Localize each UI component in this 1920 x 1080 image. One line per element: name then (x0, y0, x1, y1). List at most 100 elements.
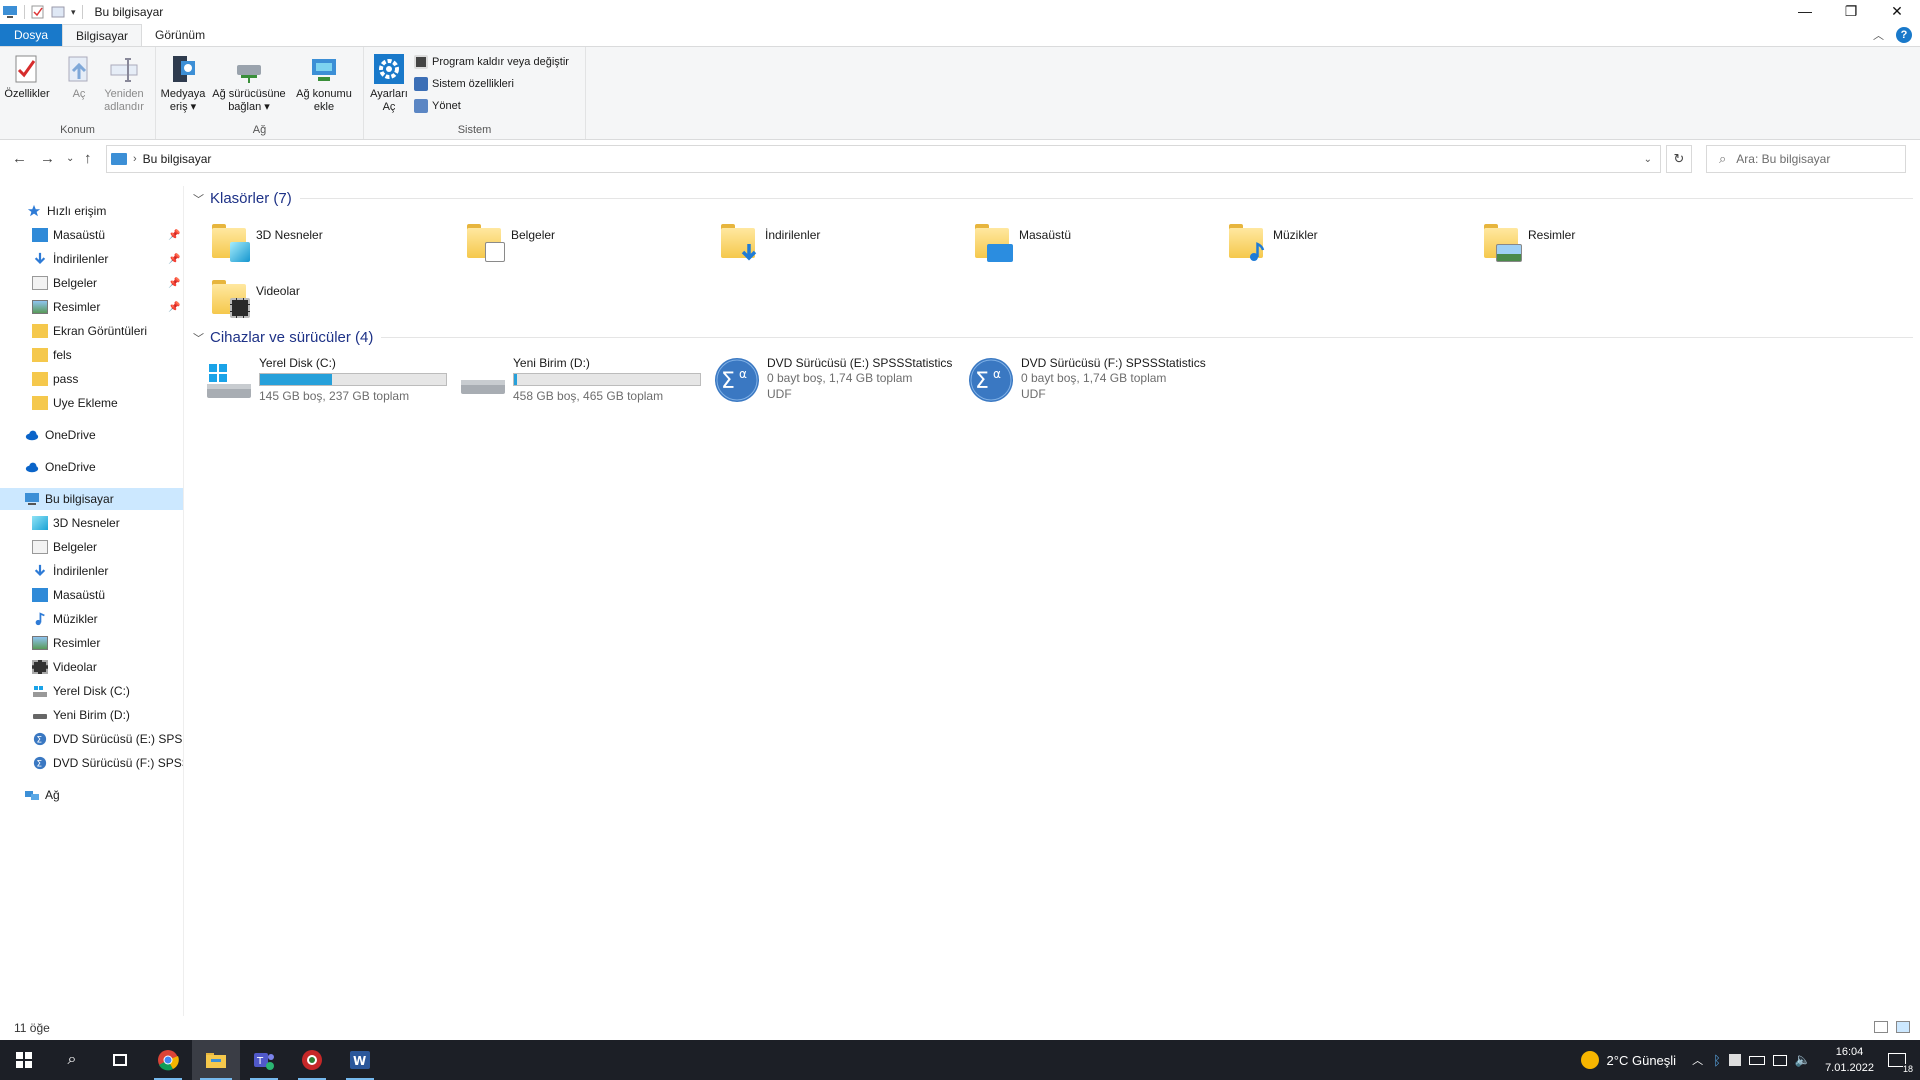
breadcrumb-chevron-icon[interactable]: › (133, 153, 137, 165)
weather-sun-icon[interactable] (1580, 1051, 1599, 1069)
refresh-button[interactable]: ↻ (1666, 145, 1692, 173)
taskbar-file-explorer[interactable] (192, 1040, 240, 1080)
bluetooth-icon[interactable]: ᛒ (1713, 1053, 1721, 1068)
sidebar-item-quick-access[interactable]: Hızlı erişim (0, 200, 183, 222)
taskbar: ⌕ T W 2°C Güneşli ︿ ᛒ 🔈 16:04 7.01.2022 … (0, 1040, 1920, 1080)
pin-icon[interactable]: 📌 (168, 278, 180, 289)
folder-music[interactable]: Müzikler (1227, 220, 1318, 261)
folder-pictures[interactable]: Resimler (1482, 220, 1575, 262)
task-view-button[interactable] (96, 1040, 144, 1080)
drive-new-volume-d[interactable]: Yeni Birim (D:) 458 GB boş, 465 GB topla… (459, 356, 701, 404)
sidebar-item-resimler[interactable]: Resimler 📌 (0, 296, 183, 318)
show-hidden-icons-icon[interactable]: ︿ (1692, 1052, 1703, 1068)
address-dropdown-icon[interactable]: ⌄ (1644, 154, 1652, 165)
pin-icon[interactable]: 📌 (168, 302, 180, 313)
details-view-icon[interactable] (1874, 1021, 1888, 1033)
sidebar-item-masaustu[interactable]: Masaüstü 📌 (0, 224, 183, 246)
tab-gorunum[interactable]: Görünüm (142, 24, 218, 46)
section-header-devices[interactable]: ﹀ Cihazlar ve sürücüler (4) (193, 329, 1913, 346)
sidebar-item-downloads[interactable]: İndirilenler (0, 560, 183, 582)
up-arrow-icon[interactable]: ↑ (84, 150, 92, 167)
tab-bilgisayar[interactable]: Bilgisayar (62, 24, 143, 46)
collapse-ribbon-icon[interactable]: ︿ (1873, 27, 1884, 43)
pin-icon[interactable]: 📌 (168, 230, 180, 241)
sidebar-item-new-volume-d[interactable]: Yeni Birim (D:) (0, 704, 183, 726)
separator (24, 5, 25, 19)
sidebar-item-dvd-f[interactable]: Σ DVD Sürücüsü (F:) SPSSStatistics (0, 752, 183, 774)
add-network-location-button[interactable]: Ağ konumu ekle (292, 53, 356, 114)
volume-icon[interactable]: 🔈 (1795, 1052, 1811, 1068)
media-access-button[interactable]: Medyaya eriş ▾ (160, 53, 206, 114)
taskbar-teams[interactable]: T (240, 1040, 288, 1080)
sidebar-item-indirilenler[interactable]: İndirilenler 📌 (0, 248, 183, 270)
status-bar: 11 öğe (0, 1016, 1920, 1040)
start-button[interactable] (0, 1040, 48, 1080)
app-tray-icon[interactable] (1728, 1054, 1741, 1066)
clock[interactable]: 16:04 7.01.2022 (1825, 1044, 1874, 1076)
notification-center-icon[interactable]: 18 (1888, 1053, 1913, 1074)
taskbar-word[interactable]: W (336, 1040, 384, 1080)
minimize-button[interactable]: — (1782, 0, 1828, 22)
sidebar-item-belgeler[interactable]: Belgeler 📌 (0, 272, 183, 294)
search-button[interactable]: ⌕ (48, 1040, 96, 1080)
sidebar-item-pass[interactable]: pass (0, 368, 183, 390)
manage-button[interactable]: Yönet (414, 99, 461, 113)
taskbar-chrome[interactable] (144, 1040, 192, 1080)
sidebar-item-ekran-goruntuleri[interactable]: Ekran Görüntüleri (0, 320, 183, 342)
network-icon[interactable] (1772, 1054, 1787, 1066)
folder-icon (32, 372, 48, 386)
system-properties-button[interactable]: Sistem özellikleri (414, 77, 514, 91)
folder-downloads[interactable]: İndirilenler (719, 220, 820, 261)
sidebar-item-onedrive-2[interactable]: OneDrive (0, 456, 183, 478)
properties-icon[interactable] (31, 5, 45, 19)
help-icon[interactable]: ? (1896, 27, 1912, 43)
recent-locations-chevron-icon[interactable]: ⌄ (66, 153, 74, 164)
sidebar-item-desktop[interactable]: Masaüstü (0, 584, 183, 606)
taskbar-app[interactable] (288, 1040, 336, 1080)
rename-button[interactable]: Yeniden adlandır (100, 53, 148, 114)
sidebar-item-this-pc[interactable]: Bu bilgisayar (0, 488, 183, 510)
open-button[interactable]: Aç (64, 53, 94, 101)
uninstall-program-button[interactable]: Program kaldır veya değiştir (414, 55, 569, 69)
sidebar-item-pictures[interactable]: Resimler (0, 632, 183, 654)
sidebar-item-onedrive[interactable]: OneDrive (0, 424, 183, 446)
folder-documents[interactable]: Belgeler (465, 220, 555, 262)
collapse-chevron-icon[interactable]: ﹀ (193, 191, 204, 207)
section-header-folders[interactable]: ﹀ Klasörler (7) (193, 190, 1913, 207)
sidebar-item-uye-ekleme[interactable]: Uye Ekleme (0, 392, 183, 414)
back-arrow-icon[interactable]: ← (12, 150, 27, 167)
sidebar-item-dvd-e[interactable]: Σ DVD Sürücüsü (E:) SPSSStatistics (0, 728, 183, 750)
sidebar-item-music[interactable]: Müzikler (0, 608, 183, 630)
search-input[interactable] (1736, 152, 1887, 166)
pin-icon[interactable]: 📌 (168, 254, 180, 265)
drive-dvd-f[interactable]: Σα DVD Sürücüsü (F:) SPSSStatistics 0 ba… (967, 356, 1209, 404)
open-settings-button[interactable]: Ayarları Aç (368, 53, 410, 114)
new-folder-icon[interactable] (51, 5, 65, 19)
folder-videos[interactable]: Videolar (210, 276, 300, 318)
drive-dvd-e[interactable]: Σα DVD Sürücüsü (E:) SPSSStatistics 0 ba… (713, 356, 955, 404)
map-network-drive-button[interactable]: Ağ sürücüsüne bağlan ▾ (210, 53, 288, 114)
folder-desktop[interactable]: Masaüstü (973, 220, 1071, 262)
forward-arrow-icon[interactable]: → (40, 150, 55, 167)
sidebar-item-local-disk-c[interactable]: Yerel Disk (C:) (0, 680, 183, 702)
sidebar-item-3d-objects[interactable]: 3D Nesneler (0, 512, 183, 534)
sidebar-item-videos[interactable]: Videolar (0, 656, 183, 678)
properties-button[interactable]: Özellikler (4, 53, 50, 101)
breadcrumb[interactable]: Bu bilgisayar (143, 152, 212, 166)
folder-3d-objects[interactable]: 3D Nesneler (210, 220, 323, 262)
address-bar[interactable]: › Bu bilgisayar ⌄ (106, 145, 1661, 173)
sidebar-item-fels[interactable]: fels (0, 344, 183, 366)
search-box[interactable]: ⌕ (1706, 145, 1906, 173)
maximize-button[interactable]: ❐ (1828, 0, 1874, 22)
tab-dosya[interactable]: Dosya (0, 24, 63, 46)
sidebar-item-documents[interactable]: Belgeler (0, 536, 183, 558)
drive-local-disk-c[interactable]: Yerel Disk (C:) 145 GB boş, 237 GB topla… (205, 356, 447, 404)
weather-text[interactable]: 2°C Güneşli (1607, 1053, 1677, 1068)
customize-toolbar-icon[interactable]: ▾ (71, 7, 76, 18)
close-button[interactable]: ✕ (1874, 0, 1920, 22)
word-icon: W (350, 1051, 370, 1069)
sidebar-item-network[interactable]: Ağ (0, 784, 183, 806)
collapse-chevron-icon[interactable]: ﹀ (193, 330, 204, 346)
battery-icon[interactable] (1748, 1055, 1765, 1065)
large-icons-view-icon[interactable] (1896, 1021, 1910, 1033)
